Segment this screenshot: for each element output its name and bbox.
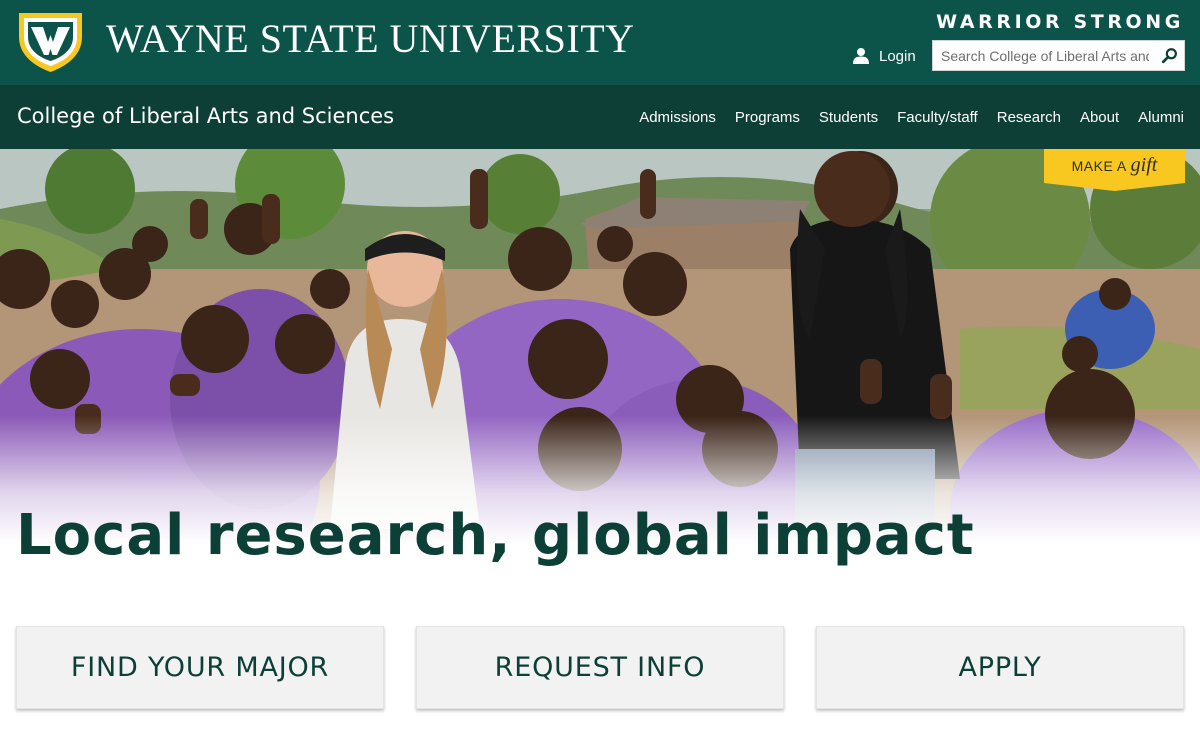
nav-item-students[interactable]: Students bbox=[819, 109, 878, 126]
hero-headline: Local research, global impact bbox=[16, 503, 975, 568]
nav-item-admissions[interactable]: Admissions bbox=[639, 109, 716, 126]
gift-prefix: MAKE A bbox=[1071, 158, 1127, 174]
nav-item-about[interactable]: About bbox=[1080, 109, 1119, 126]
nav-item-research[interactable]: Research bbox=[997, 109, 1061, 126]
university-name[interactable]: WAYNE STATE UNIVERSITY bbox=[106, 16, 635, 62]
search-icon bbox=[1161, 48, 1177, 64]
login-link[interactable]: Login bbox=[852, 46, 916, 66]
nav-item-programs[interactable]: Programs bbox=[735, 109, 800, 126]
request-info-button[interactable]: REQUEST INFO bbox=[416, 626, 784, 709]
make-a-gift-button[interactable]: MAKE A gift bbox=[1044, 149, 1185, 191]
wayne-state-w-shield-icon bbox=[19, 13, 82, 72]
search-button[interactable] bbox=[1160, 46, 1180, 66]
college-name-link[interactable]: College of Liberal Arts and Sciences bbox=[17, 104, 394, 128]
nav-item-faculty-staff[interactable]: Faculty/staff bbox=[897, 109, 978, 126]
warrior-strong-tagline: WARRIOR STRONG bbox=[936, 11, 1184, 33]
nav-item-alumni[interactable]: Alumni bbox=[1138, 109, 1184, 126]
apply-button[interactable]: APPLY bbox=[816, 626, 1184, 709]
top-header: WAYNE STATE UNIVERSITY WARRIOR STRONG Lo… bbox=[0, 0, 1200, 85]
college-nav-bar: College of Liberal Arts and Sciences Adm… bbox=[0, 85, 1200, 149]
university-logo-link[interactable] bbox=[17, 11, 84, 73]
main-nav: Admissions Programs Students Faculty/sta… bbox=[639, 85, 1184, 149]
find-your-major-button[interactable]: FIND YOUR MAJOR bbox=[16, 626, 384, 709]
make-a-gift-label: MAKE A gift bbox=[1044, 154, 1185, 177]
user-icon bbox=[853, 48, 869, 64]
search-form bbox=[932, 40, 1185, 71]
login-label: Login bbox=[879, 47, 916, 65]
gift-word: gift bbox=[1130, 154, 1158, 176]
search-input[interactable] bbox=[933, 41, 1157, 70]
